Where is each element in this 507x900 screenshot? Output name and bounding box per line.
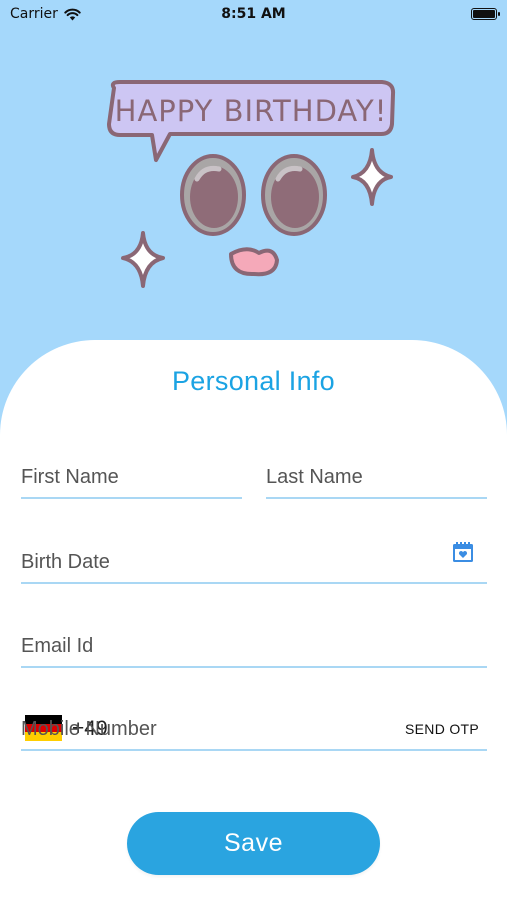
- sparkle-left-icon: [121, 231, 165, 288]
- speech-bubble: HAPPY BIRTHDAY!: [107, 80, 396, 162]
- form-title: Personal Info: [172, 366, 335, 396]
- first-name-placeholder: First Name: [21, 466, 119, 488]
- right-eye: [261, 154, 327, 236]
- birth-date-field[interactable]: Birth Date: [21, 536, 487, 584]
- last-name-field[interactable]: Last Name: [266, 450, 487, 499]
- battery-icon: [471, 8, 500, 20]
- status-time: 8:51 AM: [221, 6, 286, 22]
- email-field[interactable]: Email Id: [21, 620, 487, 668]
- birth-date-placeholder: Birth Date: [21, 551, 110, 573]
- status-bar: Carrier 8:51 AM: [0, 0, 507, 30]
- save-button[interactable]: Save: [127, 812, 380, 875]
- mobile-number-field[interactable]: +49 Mobile Number SEND OTP: [21, 702, 487, 751]
- calendar-icon[interactable]: [451, 540, 475, 564]
- birthday-illustration: HAPPY BIRTHDAY!: [107, 80, 396, 288]
- mobile-placeholder: Mobile Number: [21, 718, 157, 740]
- sparkle-right-icon: [351, 148, 393, 206]
- last-name-placeholder: Last Name: [266, 466, 363, 488]
- send-otp-button[interactable]: SEND OTP: [405, 721, 479, 737]
- banner-text: HAPPY BIRTHDAY!: [115, 94, 388, 128]
- left-eye: [180, 154, 246, 236]
- mouth: [229, 247, 279, 277]
- first-name-field[interactable]: First Name: [21, 450, 242, 499]
- email-placeholder: Email Id: [21, 635, 94, 657]
